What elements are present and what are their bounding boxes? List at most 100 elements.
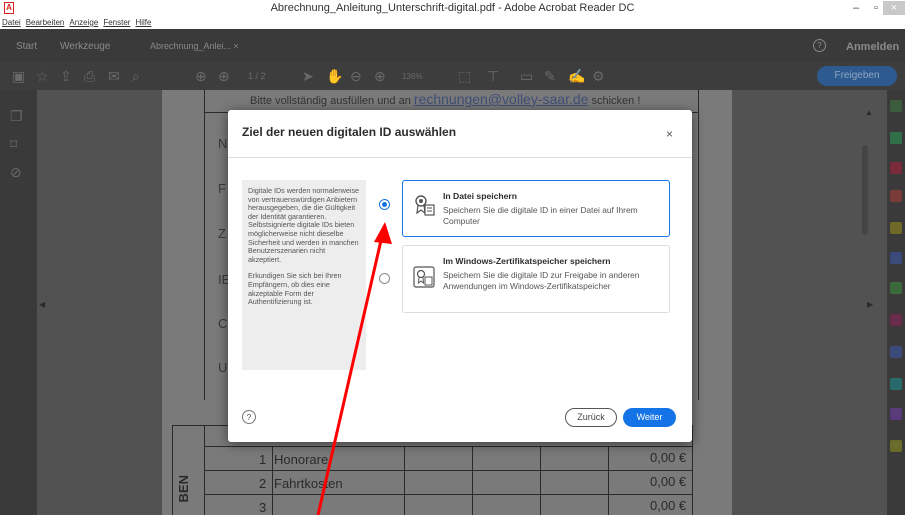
upload-icon[interactable]: ⇪ (60, 68, 72, 85)
search-tool-icon[interactable] (890, 100, 902, 112)
table-col-border (472, 446, 473, 515)
tab-bar: Start Werkzeuge Abrechnung_Anlei... × ? … (0, 29, 905, 62)
certificate-file-icon (415, 195, 435, 216)
toolbar: ▣ ☆ ⇪ ⎙ ✉ ⌕ ⊕ ⊕ 1 / 2 ➤ ✋ ⊖ ⊕ 136% ⬚ ⊤ ▭… (0, 62, 905, 90)
option-description: Speichern Sie die digitale ID in einer D… (443, 205, 638, 226)
radio-save-to-file[interactable] (379, 199, 390, 210)
more-tools-icon[interactable] (890, 440, 902, 452)
help-icon[interactable]: ? (242, 410, 256, 424)
menu-bearbeiten[interactable]: Bearbeiten (26, 18, 65, 27)
comment-tool-icon[interactable] (890, 222, 902, 234)
fill-sign-icon[interactable] (890, 378, 902, 390)
zoom-out-icon[interactable]: ⊖ (350, 68, 362, 85)
pen-icon[interactable]: ✎ (544, 68, 556, 85)
share-button[interactable]: Freigeben (817, 66, 897, 86)
edit-pdf-icon[interactable] (890, 190, 902, 202)
comment-icon[interactable]: ▭ (520, 68, 533, 85)
page-frame-left (204, 90, 205, 400)
search-icon[interactable]: ⌕ (132, 68, 140, 85)
field-label-fragment: C (218, 316, 228, 331)
next-button[interactable]: Weiter (623, 408, 676, 427)
send-for-signature-icon[interactable] (890, 408, 902, 420)
vertical-scrollbar[interactable] (862, 145, 868, 235)
digital-id-destination-dialog: Ziel der neuen digitalen ID auswählen × … (228, 110, 692, 442)
organize-pages-icon[interactable] (890, 282, 902, 294)
signin-button[interactable]: Anmelden (846, 41, 899, 53)
page-indicator[interactable]: 1 / 2 (248, 71, 266, 81)
attachments-icon[interactable]: ⊘ (10, 164, 22, 181)
zoom-in-icon[interactable]: ⊕ (374, 68, 386, 85)
tab-document[interactable]: Abrechnung_Anlei... × (150, 41, 239, 51)
combine-files-icon[interactable] (890, 252, 902, 264)
menu-anzeige[interactable]: Anzeige (69, 18, 98, 27)
dialog-title: Ziel der neuen digitalen ID auswählen (242, 125, 457, 139)
create-pdf-tool-icon[interactable] (890, 162, 902, 174)
page-thumbnails-icon[interactable]: ❐ (10, 108, 23, 125)
back-button[interactable]: Zurück (565, 408, 617, 427)
help-icon[interactable]: ? (813, 39, 826, 52)
minimize-button[interactable]: – (846, 1, 866, 15)
scroll-mode-icon[interactable]: ⊤ (487, 68, 499, 85)
certificate-store-icon (413, 266, 435, 288)
email-link[interactable]: rechnungen@volley-saar.de (414, 91, 589, 107)
info-text: Digitale IDs werden normalerweise von ve… (248, 186, 360, 264)
bookmarks-icon[interactable]: ⌑ (10, 136, 17, 153)
close-icon[interactable]: × (666, 127, 673, 141)
right-tools-panel (887, 90, 905, 515)
row-number: 3 (259, 500, 267, 515)
table-col-border (404, 446, 405, 515)
row-number: 1 (259, 452, 267, 467)
redact-icon[interactable] (890, 314, 902, 326)
protect-icon[interactable] (890, 346, 902, 358)
bookmark-star-icon[interactable]: ☆ (36, 68, 49, 85)
row-number: 2 (259, 476, 267, 491)
table-border-left (172, 425, 173, 515)
row-label: Honorare (274, 452, 329, 467)
menu-hilfe[interactable]: Hilfe (135, 18, 151, 27)
table-row-border (204, 470, 692, 471)
create-pdf-icon[interactable]: ▣ (12, 68, 25, 85)
option-title: In Datei speichern (443, 191, 518, 201)
export-pdf-icon[interactable] (890, 132, 902, 144)
document-instruction: Bitte vollständig ausfüllen und an rechn… (250, 91, 641, 107)
tab-tools[interactable]: Werkzeuge (60, 41, 110, 52)
tab-start[interactable]: Start (16, 41, 37, 52)
stamp-icon[interactable]: ⚙ (592, 68, 605, 85)
zoom-level[interactable]: 136% (402, 72, 422, 81)
scroll-up-arrow-icon[interactable]: ▲ (865, 108, 873, 117)
option-save-to-file[interactable]: In Datei speichern Speichern Sie die dig… (402, 180, 670, 237)
row-amount: 0,00 € (650, 498, 687, 513)
page-up-icon[interactable]: ⊕ (195, 68, 207, 85)
page-frame-right (698, 90, 699, 400)
close-window-button[interactable]: × (883, 1, 905, 15)
title-bar: A Abrechnung_Anleitung_Unterschrift-digi… (0, 0, 905, 16)
table-row-border (204, 446, 692, 447)
field-label-fragment: Z (218, 226, 226, 241)
select-cursor-icon[interactable]: ➤ (302, 68, 314, 85)
scroll-left-arrow-icon[interactable]: ◀ (39, 300, 45, 309)
field-label-fragment: U (218, 360, 228, 375)
option-description: Speichern Sie die digitale ID zur Freiga… (443, 270, 640, 291)
fit-page-icon[interactable]: ⬚ (458, 68, 471, 85)
window-title: Abrechnung_Anleitung_Unterschrift-digita… (270, 2, 635, 14)
menu-datei[interactable]: Datei (2, 18, 21, 27)
sign-icon[interactable]: ✍ (568, 68, 585, 85)
option-windows-cert-store[interactable]: Im Windows-Zertifikatspeicher speichern … (402, 245, 670, 313)
table-col-border (540, 446, 541, 515)
radio-windows-cert-store[interactable] (379, 273, 390, 284)
print-icon[interactable]: ⎙ (84, 68, 95, 85)
menu-fenster[interactable]: Fenster (103, 18, 130, 27)
table-row-border (204, 494, 692, 495)
scroll-right-arrow-icon[interactable]: ▶ (867, 300, 873, 309)
dialog-divider (228, 157, 692, 158)
row-amount: 0,00 € (650, 474, 687, 489)
hand-tool-icon[interactable]: ✋ (326, 68, 343, 85)
table-col-border (272, 446, 273, 515)
email-icon[interactable]: ✉ (108, 68, 120, 85)
option-title: Im Windows-Zertifikatspeicher speichern (443, 256, 611, 266)
row-label: Fahrtkosten (274, 476, 343, 491)
page-down-icon[interactable]: ⊕ (218, 68, 230, 85)
table-col-border (608, 446, 609, 515)
table-col-border (204, 425, 205, 515)
field-label-fragment: N (218, 136, 228, 151)
